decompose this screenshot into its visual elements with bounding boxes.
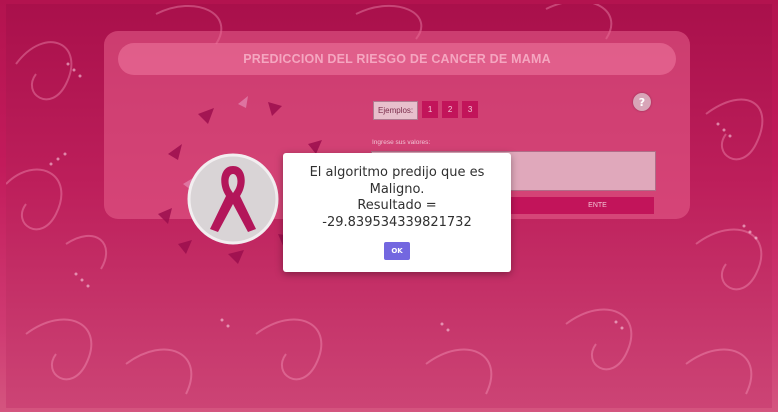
result-dialog: El algoritmo predijo que es Maligno. Res… xyxy=(283,153,511,272)
ok-button[interactable]: OK xyxy=(384,242,410,260)
result-message: El algoritmo predijo que es Maligno. Res… xyxy=(309,165,485,230)
